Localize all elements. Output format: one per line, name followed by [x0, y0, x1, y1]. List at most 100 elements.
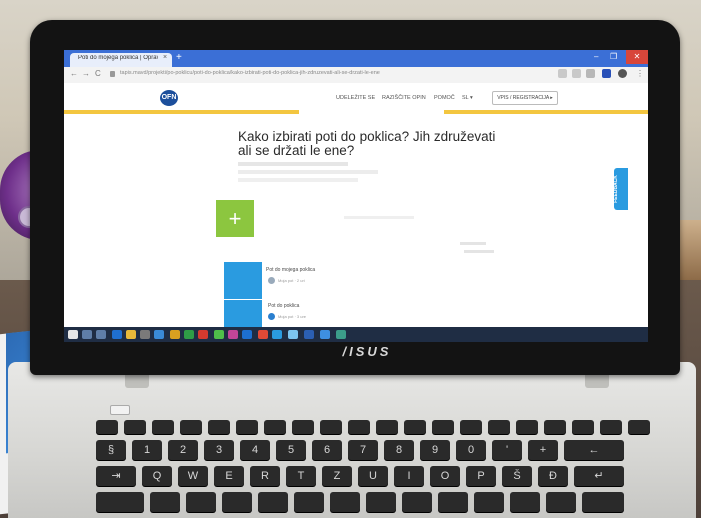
key[interactable]: 7	[348, 440, 378, 460]
key[interactable]: T	[286, 466, 316, 486]
nav-link-help[interactable]: POMOČ	[434, 95, 455, 101]
browser-tab[interactable]: Poti do mojega poklica | Opravi ×	[70, 53, 172, 67]
key[interactable]	[582, 492, 624, 512]
key[interactable]	[366, 492, 396, 512]
key[interactable]	[186, 492, 216, 512]
app-icon[interactable]	[242, 330, 252, 339]
key[interactable]: 0	[456, 440, 486, 460]
function-key[interactable]	[376, 420, 398, 434]
key[interactable]: P	[466, 466, 496, 486]
extension-icon[interactable]	[572, 69, 581, 78]
minimize-icon[interactable]: –	[594, 52, 598, 61]
function-key[interactable]	[600, 420, 622, 434]
login-register-button[interactable]: VPIS / REGISTRACIJA ▸	[492, 91, 558, 105]
key[interactable]: Đ	[538, 466, 568, 486]
new-tab-icon[interactable]: +	[176, 52, 182, 63]
key[interactable]: 5	[276, 440, 306, 460]
function-key[interactable]	[544, 420, 566, 434]
chrome-icon[interactable]	[214, 330, 224, 339]
app-icon[interactable]	[336, 330, 346, 339]
star-icon[interactable]	[586, 69, 595, 78]
site-logo[interactable]: OFN	[160, 90, 178, 106]
mail-icon[interactable]	[154, 330, 164, 339]
key[interactable]	[150, 492, 180, 512]
key[interactable]: 1	[132, 440, 162, 460]
tab-key[interactable]: ⇥	[96, 466, 136, 486]
key[interactable]: 9	[420, 440, 450, 460]
app-icon[interactable]	[304, 330, 314, 339]
key[interactable]: E	[214, 466, 244, 486]
app-icon[interactable]	[228, 330, 238, 339]
language-select[interactable]: SL ▾	[462, 95, 473, 101]
function-key[interactable]	[96, 420, 118, 434]
address-bar[interactable]: tapis.mavd/projekti/po-poklicu/poti-do-p…	[120, 70, 540, 80]
key[interactable]	[294, 492, 324, 512]
function-key[interactable]	[320, 420, 342, 434]
function-key[interactable]	[348, 420, 370, 434]
key[interactable]: §	[96, 440, 126, 460]
task-view-icon[interactable]	[96, 330, 106, 339]
function-key[interactable]	[236, 420, 258, 434]
function-key[interactable]	[208, 420, 230, 434]
add-path-button[interactable]: +	[216, 200, 254, 237]
app-icon[interactable]	[258, 330, 268, 339]
extension-icon[interactable]	[558, 69, 567, 78]
function-key[interactable]	[628, 420, 650, 434]
key[interactable]: Z	[322, 466, 352, 486]
app-icon[interactable]	[184, 330, 194, 339]
start-icon[interactable]	[68, 330, 78, 339]
extension-icon[interactable]	[602, 69, 611, 78]
back-icon[interactable]: ←	[70, 69, 78, 78]
key[interactable]	[330, 492, 360, 512]
key[interactable]: '	[492, 440, 522, 460]
search-icon[interactable]	[82, 330, 92, 339]
function-key[interactable]	[404, 420, 426, 434]
key[interactable]: O	[430, 466, 460, 486]
key[interactable]: 8	[384, 440, 414, 460]
reload-icon[interactable]: C	[95, 69, 101, 78]
function-key[interactable]	[488, 420, 510, 434]
key[interactable]	[510, 492, 540, 512]
key[interactable]	[438, 492, 468, 512]
function-key[interactable]	[152, 420, 174, 434]
window-close-icon[interactable]: ✕	[626, 50, 648, 64]
key[interactable]: 4	[240, 440, 270, 460]
key[interactable]: +	[528, 440, 558, 460]
key[interactable]: Š	[502, 466, 532, 486]
function-key[interactable]	[292, 420, 314, 434]
nav-link-participate[interactable]: UDELEŽITE SE	[336, 95, 375, 101]
key[interactable]	[546, 492, 576, 512]
key[interactable]	[402, 492, 432, 512]
forward-icon[interactable]: →	[82, 69, 90, 78]
key[interactable]	[96, 492, 144, 512]
menu-icon[interactable]: ⋮	[636, 69, 644, 78]
key[interactable]: R	[250, 466, 280, 486]
backspace-key[interactable]: ←	[564, 440, 624, 460]
function-key[interactable]	[124, 420, 146, 434]
app-icon[interactable]	[198, 330, 208, 339]
key[interactable]	[258, 492, 288, 512]
function-key[interactable]	[264, 420, 286, 434]
function-key[interactable]	[516, 420, 538, 434]
edge-icon[interactable]	[112, 330, 122, 339]
path-thumbnail[interactable]	[224, 262, 262, 299]
key[interactable]	[222, 492, 252, 512]
key[interactable]: 2	[168, 440, 198, 460]
app-icon[interactable]	[272, 330, 282, 339]
profile-icon[interactable]	[618, 69, 627, 78]
function-key[interactable]	[572, 420, 594, 434]
path-title[interactable]: Pot do mojega poklica	[266, 267, 315, 273]
app-icon[interactable]	[170, 330, 180, 339]
function-key[interactable]	[460, 420, 482, 434]
key[interactable]: I	[394, 466, 424, 486]
function-key[interactable]	[432, 420, 454, 434]
feedback-tab[interactable]: FEEDBACK	[613, 168, 628, 210]
function-key[interactable]	[180, 420, 202, 434]
app-icon[interactable]	[320, 330, 330, 339]
store-icon[interactable]	[140, 330, 150, 339]
key[interactable]: 6	[312, 440, 342, 460]
enter-key[interactable]: ↵	[574, 466, 624, 486]
maximize-icon[interactable]: ❐	[610, 52, 617, 61]
key[interactable]: U	[358, 466, 388, 486]
nav-link-explore[interactable]: RAZIŠČITE OPIN	[382, 95, 426, 101]
